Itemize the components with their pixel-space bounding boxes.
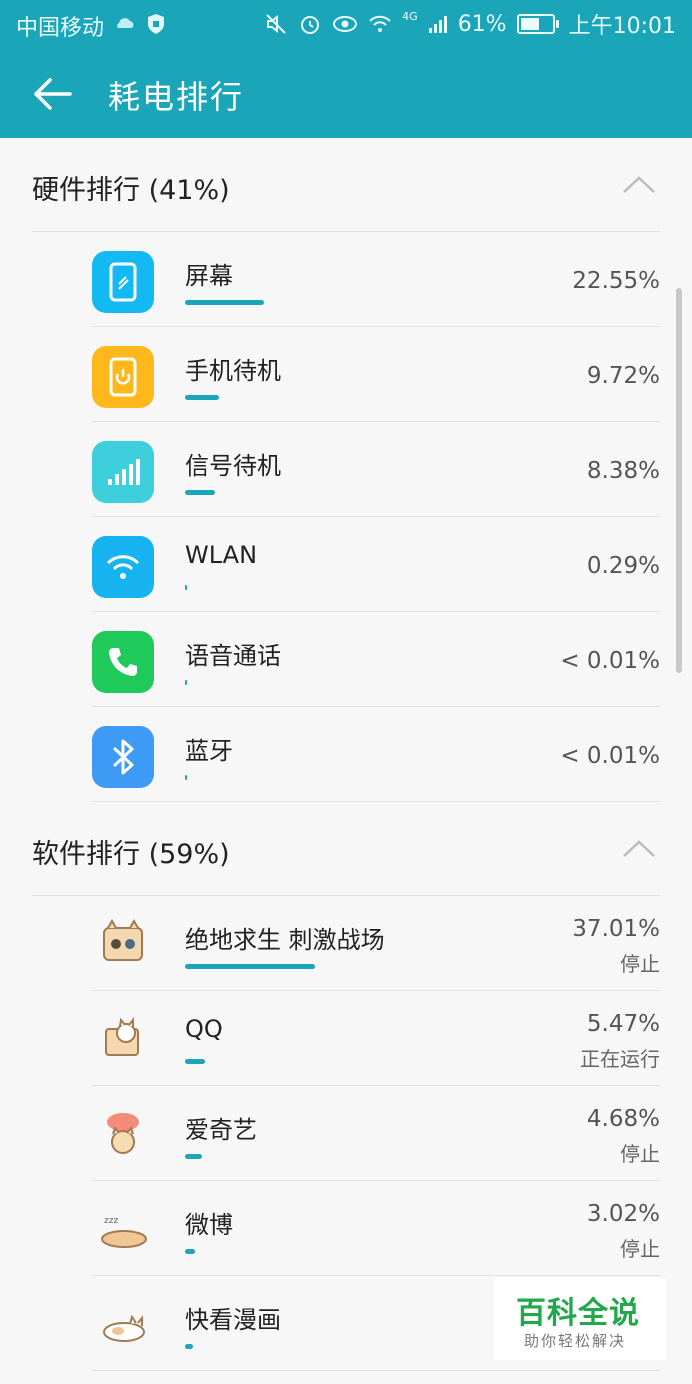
software-section-header[interactable]: 软件排行 (59%) (0, 802, 692, 896)
phone-call-icon (92, 631, 154, 693)
item-name: QQ (185, 1015, 223, 1043)
wifi-icon (92, 536, 154, 598)
item-percent: 3.02% (586, 1201, 660, 1227)
cat-cloud-iqiyi-icon (107, 1113, 139, 1154)
item-percent: 22.55% (572, 268, 660, 294)
shield-notification-icon (148, 14, 164, 34)
hardware-item-voice-call[interactable]: 语音通话 < 0.01% (0, 612, 692, 707)
usage-bar (185, 300, 264, 305)
phone-power-icon (92, 346, 154, 408)
eye-icon (333, 16, 358, 32)
item-state: 停止 (620, 1142, 660, 1166)
bluetooth-icon (92, 726, 154, 788)
scrollbar[interactable] (676, 288, 682, 673)
usage-bar (185, 1249, 195, 1254)
back-arrow-icon[interactable] (30, 74, 74, 114)
item-name: 快看漫画 (185, 1306, 281, 1334)
alarm-icon (301, 16, 320, 34)
watermark-logo: 百科全说 助你轻松解决 (494, 1278, 666, 1360)
item-percent: 8.38% (586, 458, 660, 484)
item-name: 蓝牙 (185, 737, 233, 765)
watermark-subtitle: 助你轻松解决 (524, 1332, 627, 1350)
software-item-qq[interactable]: QQ 5.47% 正在运行 (0, 991, 692, 1086)
usage-bar (185, 1154, 202, 1159)
hardware-section-title: 硬件排行 (41%) (32, 175, 230, 206)
top-bar: 中国移动 4G 61% 上午10:01 耗电排行 (0, 0, 692, 138)
signal-bars-icon (92, 441, 154, 503)
usage-bar (185, 775, 187, 780)
watermark-title: 百科全说 (516, 1296, 640, 1331)
cell-signal-icon (428, 16, 447, 33)
network-type: 4G (402, 9, 418, 23)
notification-icons (114, 13, 166, 35)
app-bar: 耗电排行 (0, 48, 692, 138)
collapse-chevron-icon[interactable] (622, 174, 656, 194)
hardware-item-screen[interactable]: 屏幕 22.55% (0, 232, 692, 327)
item-state: 停止 (620, 952, 660, 976)
usage-bar (185, 395, 219, 400)
usage-bar (185, 964, 315, 969)
usage-bar (185, 585, 187, 590)
battery-icon (516, 14, 559, 34)
software-item-iqiyi[interactable]: 爱奇艺 4.68% 停止 (0, 1086, 692, 1181)
hardware-item-signal[interactable]: 信号待机 8.38% (0, 422, 692, 517)
item-name: 屏幕 (185, 262, 233, 290)
clock: 上午10:01 (568, 14, 676, 39)
item-percent: 37.01% (572, 916, 660, 942)
phone-screen-icon (92, 251, 154, 313)
item-percent: < 0.01% (560, 743, 660, 769)
usage-bar (185, 490, 215, 495)
item-percent: 4.68% (586, 1106, 660, 1132)
item-name: 语音通话 (185, 642, 281, 670)
battery-percent: 61% (457, 11, 507, 37)
cloud-notification-icon (117, 18, 134, 28)
item-name: 爱奇艺 (185, 1116, 257, 1144)
hardware-item-standby[interactable]: 手机待机 9.72% (0, 327, 692, 422)
mute-icon (266, 14, 286, 34)
content-area: 硬件排行 (41%) 屏幕 22.55% 手机待机 9.72% 信号待机 8.3… (0, 138, 692, 1384)
usage-bar (185, 1344, 193, 1349)
usage-bar (185, 680, 187, 685)
item-percent: < 0.01% (560, 648, 660, 674)
carrier-label: 中国移动 (16, 16, 105, 41)
cat-box-game-icon (103, 918, 143, 961)
item-percent: 0.29% (586, 553, 660, 579)
svg-text:zzz: zzz (104, 1216, 118, 1226)
usage-bar (185, 1059, 205, 1064)
software-item-weibo[interactable]: zzz 微博 3.02% 停止 (0, 1181, 692, 1276)
hardware-section-header[interactable]: 硬件排行 (41%) (0, 138, 692, 232)
page-title: 耗电排行 (108, 78, 245, 116)
status-right: 4G 61% 上午10:01 (264, 8, 676, 40)
hardware-item-wlan[interactable]: WLAN 0.29% (0, 517, 692, 612)
collapse-chevron-icon[interactable] (622, 838, 656, 858)
item-name: 手机待机 (185, 357, 281, 385)
item-percent: 5.47% (586, 1011, 660, 1037)
item-state: 正在运行 (580, 1047, 660, 1071)
item-name: WLAN (185, 541, 258, 569)
software-section-title: 软件排行 (59%) (32, 839, 230, 870)
divider (92, 1370, 660, 1371)
item-name: 绝地求生 刺激战场 (185, 926, 385, 954)
item-state: 停止 (620, 1237, 660, 1261)
item-percent: 9.72% (586, 363, 660, 389)
software-item-pubg[interactable]: 绝地求生 刺激战场 37.01% 停止 (0, 896, 692, 991)
cat-lying-kuaikan-icon (103, 1314, 145, 1342)
cat-sleeping-weibo-icon: zzz (101, 1216, 147, 1248)
item-name: 微博 (185, 1211, 233, 1239)
item-name: 信号待机 (185, 452, 281, 480)
cat-box-qq-icon (105, 1017, 139, 1056)
hardware-item-bluetooth[interactable]: 蓝牙 < 0.01% (0, 707, 692, 802)
status-bar: 中国移动 4G 61% 上午10:01 (0, 0, 692, 48)
wifi-status-icon (369, 15, 391, 32)
